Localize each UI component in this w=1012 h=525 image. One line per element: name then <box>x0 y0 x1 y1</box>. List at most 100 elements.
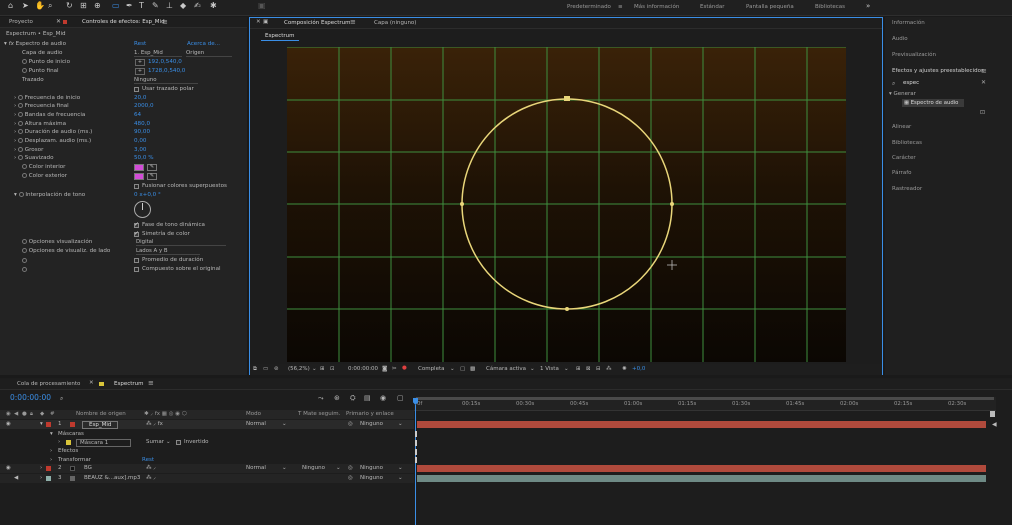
panel-paragraph[interactable]: Párrafo <box>892 170 912 176</box>
path-select[interactable]: Ninguno <box>134 77 198 84</box>
graph-editor-icon[interactable]: ▢ <box>397 394 404 402</box>
transparency-grid-icon[interactable]: ▩ <box>470 366 475 372</box>
pickwhip-icon[interactable]: ◎ <box>348 420 353 429</box>
draft-3d-icon[interactable]: ⊛ <box>334 394 340 402</box>
tab-close-icon[interactable]: ✕ <box>256 19 261 25</box>
label-color-icon[interactable] <box>46 476 51 481</box>
hue-dial[interactable] <box>134 201 151 218</box>
panel-effects-presets[interactable]: Efectos y ajustes preestablecidos <box>892 68 984 74</box>
lock-icon[interactable]: ▣ <box>263 19 268 25</box>
chevron-down-icon[interactable]: ⌄ <box>312 366 317 372</box>
effect-result-item[interactable]: ▦ Espectro de audio <box>902 99 964 107</box>
col-source-name[interactable]: Nombre de origen <box>76 410 126 419</box>
subtab-espectrum[interactable]: Espectrum <box>261 33 299 41</box>
selection-tool-icon[interactable]: ➤ <box>22 1 29 10</box>
pan-behind-tool-icon[interactable]: ⊕ <box>94 1 101 10</box>
fx-icon[interactable]: fx <box>9 41 14 47</box>
flowchart-icon[interactable]: ⁂ <box>606 366 612 372</box>
chevron-down-icon[interactable]: ⌄ <box>398 420 403 429</box>
col-track-matte[interactable]: T Mate seguim. <box>298 410 340 419</box>
layer-parent-select[interactable]: Ninguno <box>360 464 383 473</box>
circle-handle-top[interactable] <box>564 96 570 101</box>
panel-menu-icon[interactable]: ≡ <box>148 379 154 387</box>
disclosure-closed-icon[interactable]: › <box>50 447 52 456</box>
comp-mini-flowchart-icon[interactable]: ⤳ <box>318 394 324 403</box>
stamp-tool-icon[interactable]: ⊥ <box>166 1 173 10</box>
camera-tool-icon[interactable]: ⊞ <box>80 1 87 10</box>
side-options-select[interactable]: Lados A y B <box>136 248 200 255</box>
end-point-value[interactable]: 1728,0,540,0 <box>148 67 185 76</box>
new-preset-icon[interactable]: ⊡ <box>980 109 985 116</box>
panel-menu-icon[interactable]: ≡ <box>981 67 987 75</box>
fast-preview-icon[interactable]: ⊠ <box>586 366 591 372</box>
work-area-end-icon[interactable] <box>990 411 995 417</box>
layer-switches-icon[interactable]: ⁂ ⸝ fx <box>146 420 163 429</box>
panel-align[interactable]: Alinear <box>892 124 911 130</box>
end-freq-value[interactable]: 2000,0 <box>134 102 154 111</box>
timeline-search-icon[interactable]: ⌕ <box>60 395 63 403</box>
stopwatch-icon[interactable] <box>18 147 24 152</box>
stopwatch-icon[interactable] <box>22 258 27 263</box>
chevron-down-icon[interactable]: ⌄ <box>398 474 403 483</box>
stopwatch-icon[interactable] <box>18 112 24 117</box>
inner-color-swatch[interactable] <box>134 164 144 171</box>
workspace-libraries[interactable]: Bibliotecas <box>815 4 845 10</box>
snapshot-camera-icon[interactable]: ◙ <box>382 366 387 372</box>
exposure-icon[interactable]: ✺ <box>622 366 627 372</box>
layer-row[interactable]: ◀︎ › 3 BEAUZ &...aux].mp3 ⁂ ⸝ ◎ Ninguno … <box>0 474 414 483</box>
col-mode[interactable]: Modo <box>246 410 261 419</box>
layer-duration-bar[interactable] <box>417 421 986 428</box>
eraser-tool-icon[interactable]: ◆ <box>180 1 186 10</box>
chevron-down-icon[interactable]: ⌄ <box>282 420 287 429</box>
workspace-small-screen[interactable]: Pantalla pequeña <box>746 4 794 10</box>
hand-tool-icon[interactable]: ✋ <box>35 1 45 10</box>
layer-parent-select[interactable]: Ninguno <box>360 474 383 483</box>
panel-menu-icon[interactable]: ≡ <box>162 18 168 26</box>
tab-render-queue[interactable]: Cola de procesamiento <box>17 381 80 387</box>
effects-group-row[interactable]: › Efectos <box>0 447 414 456</box>
layer-name[interactable]: Esp_Mid <box>82 421 119 429</box>
stopwatch-icon[interactable] <box>18 129 24 134</box>
tab-close-icon[interactable]: ✕ <box>56 18 61 25</box>
timeline-link-icon[interactable]: ⊟ <box>596 366 601 372</box>
workspace-more-icon[interactable]: » <box>866 2 870 10</box>
viewer-timecode[interactable]: 0:00:00:00 <box>348 366 378 372</box>
disclosure-open-icon[interactable]: ▾ <box>4 41 7 47</box>
zoom-level[interactable]: (56,2%) <box>288 366 310 372</box>
panel-preview[interactable]: Previsualización <box>892 52 936 58</box>
stopwatch-icon[interactable] <box>18 121 24 126</box>
polar-path-checkbox[interactable] <box>134 87 139 92</box>
tab-layer[interactable]: Capa (ninguno) <box>374 20 416 26</box>
workspace-default[interactable]: Predeterminado <box>567 4 611 10</box>
bands-value[interactable]: 64 <box>134 111 141 120</box>
disclosure-closed-icon[interactable]: › <box>40 474 42 483</box>
show-snapshot-icon[interactable]: ✂ <box>392 366 397 372</box>
layer-duration-bar[interactable] <box>417 465 986 472</box>
label-color-icon[interactable] <box>46 466 51 471</box>
audio-source-select[interactable]: Origen <box>186 50 232 57</box>
layer-row[interactable]: ◉ › 2 BG ⁂ ⸝ Normal ⌄ Ninguno ⌄ ◎ Ningun… <box>0 464 414 473</box>
chevron-down-icon[interactable]: ⌄ <box>398 464 403 473</box>
panel-menu-icon[interactable]: ≡ <box>350 18 356 26</box>
circle-handle-bottom[interactable] <box>565 307 569 311</box>
chevron-down-icon[interactable]: ⌄ <box>564 366 569 372</box>
shy-layers-icon[interactable]: ⛭ <box>350 394 356 403</box>
tab-project[interactable]: Proyecto <box>9 19 33 25</box>
pickwhip-icon[interactable]: ◎ <box>348 464 353 473</box>
eyedropper-icon[interactable]: ✎ <box>147 164 157 171</box>
softness-value[interactable]: 50,0 % <box>134 154 154 163</box>
composite-checkbox[interactable] <box>134 267 139 272</box>
audio-layer-select[interactable]: 1. Esp_Mid <box>134 50 182 57</box>
toggle-pixel-aspect-icon[interactable]: ⊞ <box>576 366 581 372</box>
workspace-standard[interactable]: Estándar <box>700 4 724 10</box>
color-symmetry-checkbox[interactable] <box>134 230 139 237</box>
col-parent[interactable]: Primario y enlace <box>346 410 394 419</box>
clear-search-icon[interactable]: ✕ <box>981 79 986 86</box>
timeline-scroll-icon[interactable]: ◀︎ <box>992 421 997 428</box>
merge-colors-checkbox[interactable] <box>134 184 139 189</box>
zoom-tool-icon[interactable]: ⌕ <box>48 1 52 11</box>
stopwatch-icon[interactable] <box>18 192 24 197</box>
disclosure-closed-icon[interactable]: › <box>40 464 42 473</box>
circle-handle-left[interactable] <box>460 202 464 206</box>
rotate-tool-icon[interactable]: ↻ <box>66 1 73 10</box>
